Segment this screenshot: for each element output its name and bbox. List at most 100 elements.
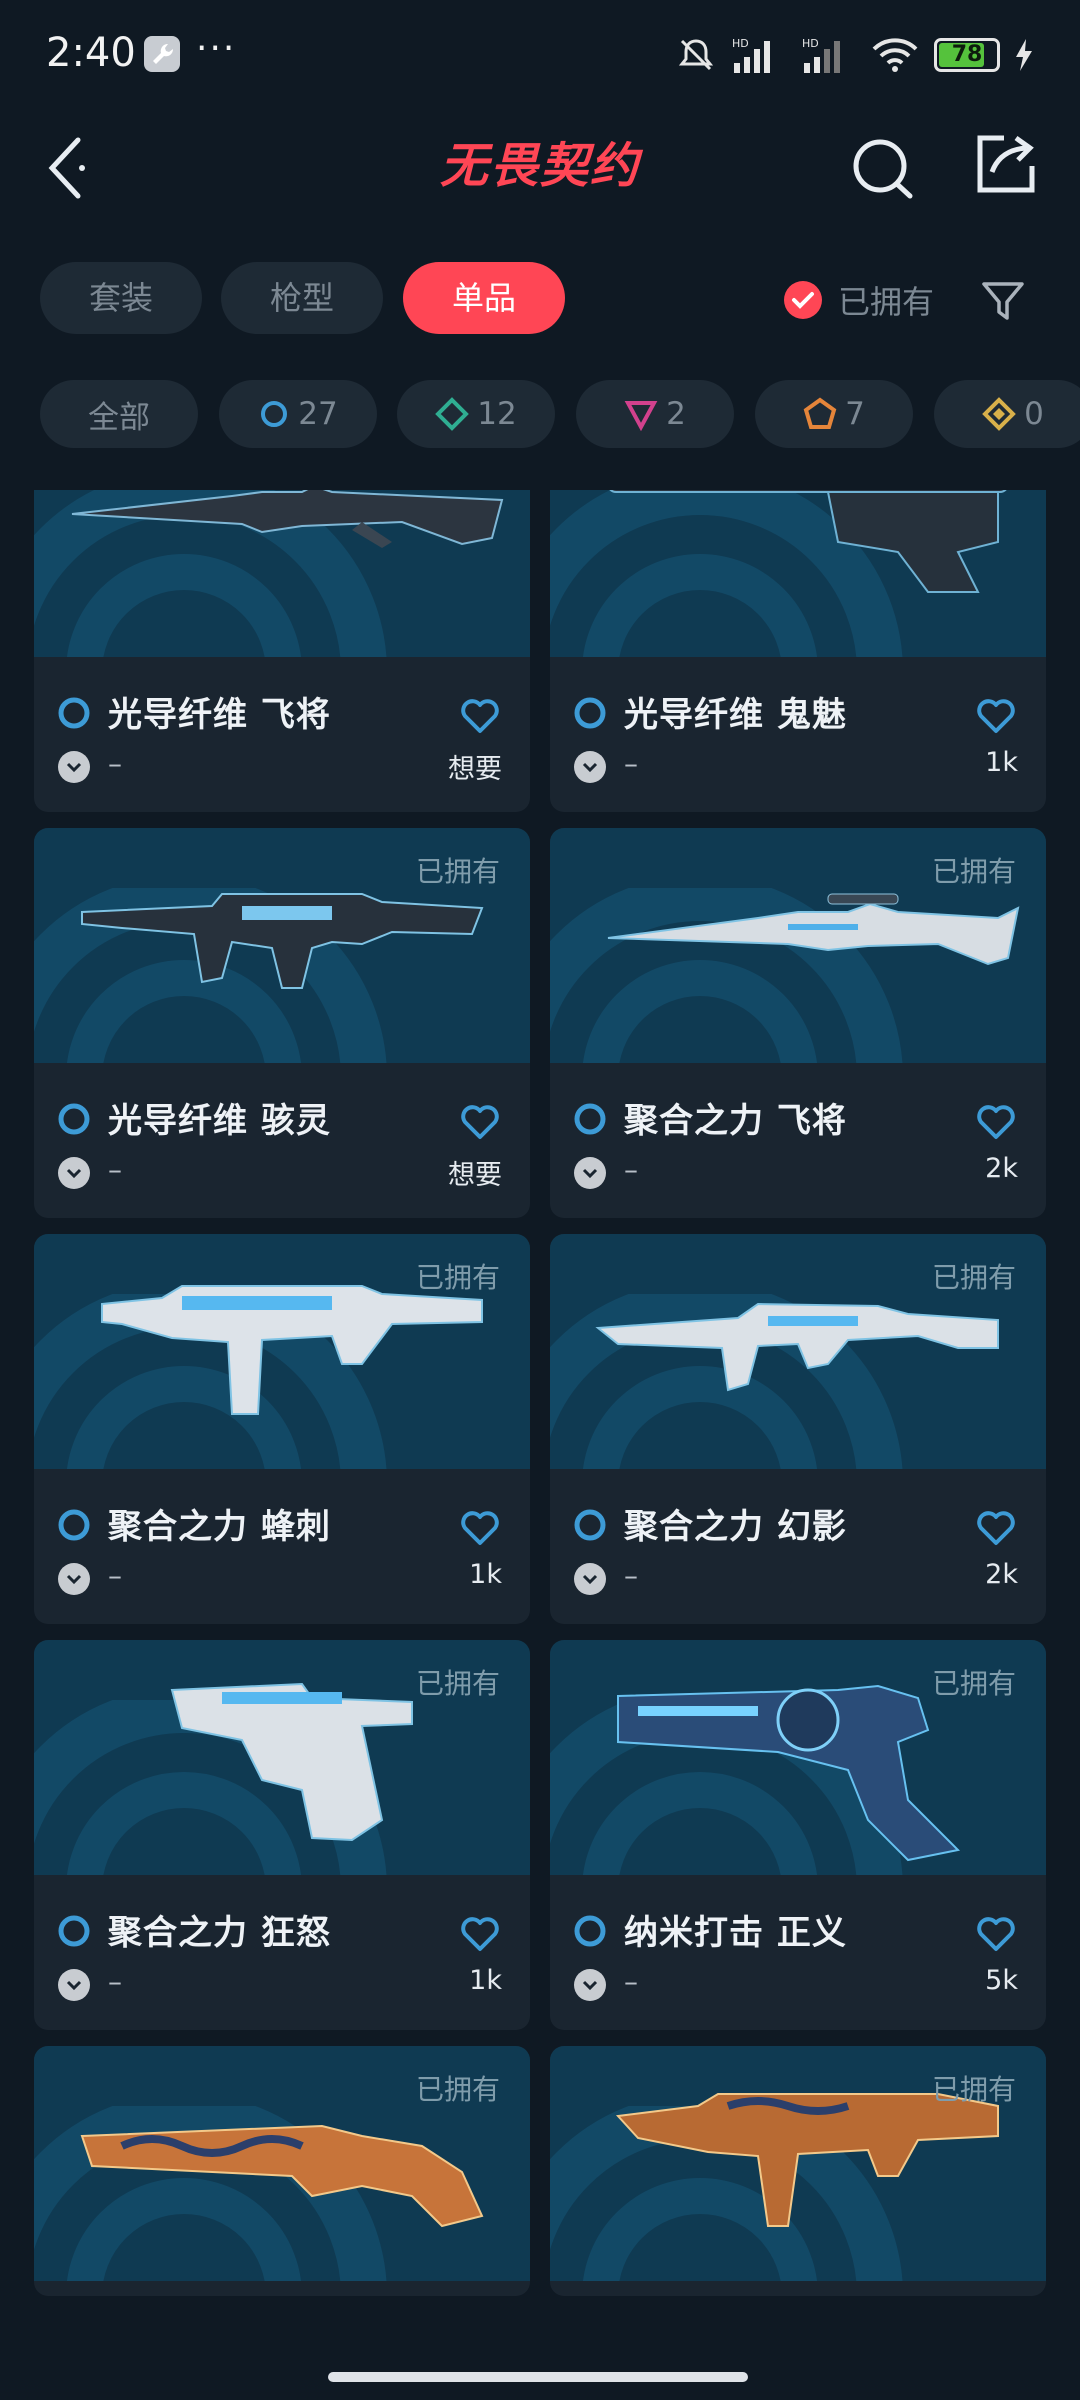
home-indicator[interactable] [328, 2372, 748, 2382]
heart-icon[interactable] [976, 1509, 1016, 1547]
share-button[interactable] [970, 126, 1040, 202]
status-indicators: HD HD 78 [676, 30, 1034, 80]
heart-icon[interactable] [976, 697, 1016, 735]
skin-card[interactable]: 已拥有聚合之力 幻影 – 2k [550, 1234, 1046, 1624]
skin-info: 聚合之力 狂怒 – 1k [34, 1875, 530, 2030]
skin-name: 聚合之力 飞将 [624, 1101, 847, 1141]
skin-name: 聚合之力 幻影 [624, 1507, 847, 1547]
owned-filter-toggle[interactable]: 已拥有 [784, 272, 934, 328]
skin-card[interactable]: 已拥有 [550, 2046, 1046, 2296]
skin-card[interactable]: 已拥有 [34, 2046, 530, 2296]
skin-card[interactable]: 已拥有 纳米打击 正义 – 5k [550, 1640, 1046, 2030]
skin-info: 光导纤维 鬼魅 – 1k [550, 657, 1046, 812]
owned-tag: 已拥有 [415, 855, 500, 888]
owned-tag: 已拥有 [931, 2073, 1016, 2106]
search-button[interactable] [850, 128, 916, 204]
owned-tag: 已拥有 [931, 1261, 1016, 1294]
want-count: 1k [469, 1965, 502, 1996]
owned-filter-label: 已拥有 [838, 283, 935, 321]
chip-deluxe-tier[interactable]: 12 [397, 380, 555, 448]
heart-icon[interactable] [460, 1509, 500, 1547]
category-tabs: 套装 枪型 单品 已拥有 [0, 262, 1080, 338]
battery-icon: 78 [934, 38, 1000, 72]
skin-info: 聚合之力 蜂刺 – 1k [34, 1469, 530, 1624]
blue-ring-icon [58, 1915, 90, 1947]
want-count: 想要 [448, 754, 502, 785]
weapon-skin-image [71, 490, 504, 548]
skin-subtext: – [108, 1559, 122, 1592]
skin-card[interactable]: 已拥有 聚合之力 狂怒 – 1k [34, 1640, 530, 2030]
skin-info: 纳米打击 正义 – 5k [550, 1875, 1046, 2030]
blue-ring-icon [58, 1103, 90, 1135]
search-icon [853, 139, 913, 199]
heart-icon[interactable] [460, 1915, 500, 1953]
blue-ring-icon [574, 1103, 606, 1135]
tab-single-item[interactable]: 单品 [403, 262, 565, 334]
hd-label-2: HD [802, 37, 819, 50]
chip-all-label: 全部 [88, 399, 150, 436]
mute-bell-icon [678, 39, 714, 71]
skin-subtext: – [624, 1965, 638, 1998]
skin-card[interactable]: 已拥有 光导纤维 骇灵 – 想要 [34, 828, 530, 1218]
chip-count: 27 [298, 396, 338, 432]
skin-subtext: – [624, 1559, 638, 1592]
skin-image: 已拥有 [550, 2046, 1046, 2281]
weapon-skin-image [609, 490, 1007, 593]
heart-icon[interactable] [460, 697, 500, 735]
app-header: 无畏契约 [0, 110, 1080, 260]
skin-image: 已拥有 [34, 1640, 530, 1875]
chevron-badge-icon [574, 751, 606, 783]
app-logo: 无畏契约 [439, 138, 640, 194]
checkbox-checked-icon [784, 281, 822, 319]
orange-pentagon-icon [803, 397, 837, 429]
want-count: 1k [985, 747, 1018, 778]
skin-info: 光导纤维 飞将 – 想要 [34, 657, 530, 812]
wifi-icon [872, 38, 918, 72]
chip-count: 12 [477, 396, 517, 432]
heart-icon[interactable] [976, 1103, 1016, 1141]
filter-button[interactable] [978, 276, 1028, 326]
tab-bundle[interactable]: 套装 [40, 262, 202, 334]
owned-tag: 已拥有 [931, 1667, 1016, 1700]
skin-image: 已拥有 [550, 1234, 1046, 1469]
skin-card[interactable]: 已拥有聚合之力 蜂刺 – 1k [34, 1234, 530, 1624]
chevron-badge-icon [574, 1157, 606, 1189]
heart-icon[interactable] [460, 1103, 500, 1141]
skin-image: 已拥有 [34, 2046, 530, 2281]
skin-image [34, 490, 530, 657]
skin-subtext: – [108, 747, 122, 780]
skin-name: 光导纤维 鬼魅 [624, 695, 847, 735]
chevron-badge-icon [58, 1563, 90, 1595]
wrench-icon [144, 36, 180, 72]
chip-ultra-tier[interactable]: 7 [755, 380, 913, 448]
want-count: 2k [985, 1559, 1018, 1590]
skin-subtext: – [624, 1153, 638, 1186]
skin-subtext: – [624, 747, 638, 780]
blue-ring-icon [574, 697, 606, 729]
chip-select-tier[interactable]: 27 [219, 380, 377, 448]
want-count: 5k [985, 1965, 1018, 1996]
skin-image: 已拥有 [550, 1640, 1046, 1875]
skin-subtext: – [108, 1965, 122, 1998]
owned-tag: 已拥有 [415, 1261, 500, 1294]
heart-icon[interactable] [976, 1915, 1016, 1953]
chip-premium-tier[interactable]: 2 [576, 380, 734, 448]
tab-weapon-type[interactable]: 枪型 [221, 262, 383, 334]
share-icon [977, 135, 1035, 193]
signal-icon: HD [732, 37, 770, 73]
blue-ring-icon [574, 1509, 606, 1541]
skin-subtext: – [108, 1153, 122, 1186]
skin-card[interactable]: 光导纤维 鬼魅 – 1k [550, 490, 1046, 812]
skin-image: 已拥有 [34, 828, 530, 1063]
status-bar: 2:40 ··· HD HD 78 [0, 0, 1080, 110]
green-diamond-icon [435, 397, 470, 431]
want-count: 想要 [448, 1160, 502, 1191]
pink-triangle-icon [624, 401, 658, 431]
chevron-badge-icon [58, 1157, 90, 1189]
chip-exclusive-tier[interactable]: 0 [934, 380, 1080, 448]
skin-card[interactable]: 光导纤维 飞将 – 想要 [34, 490, 530, 812]
chip-all[interactable]: 全部 [40, 380, 198, 448]
blue-ring-icon [261, 401, 288, 427]
skin-card[interactable]: 已拥有 聚合之力 飞将 – 2k [550, 828, 1046, 1218]
yellow-diamond-icon [982, 397, 1016, 431]
